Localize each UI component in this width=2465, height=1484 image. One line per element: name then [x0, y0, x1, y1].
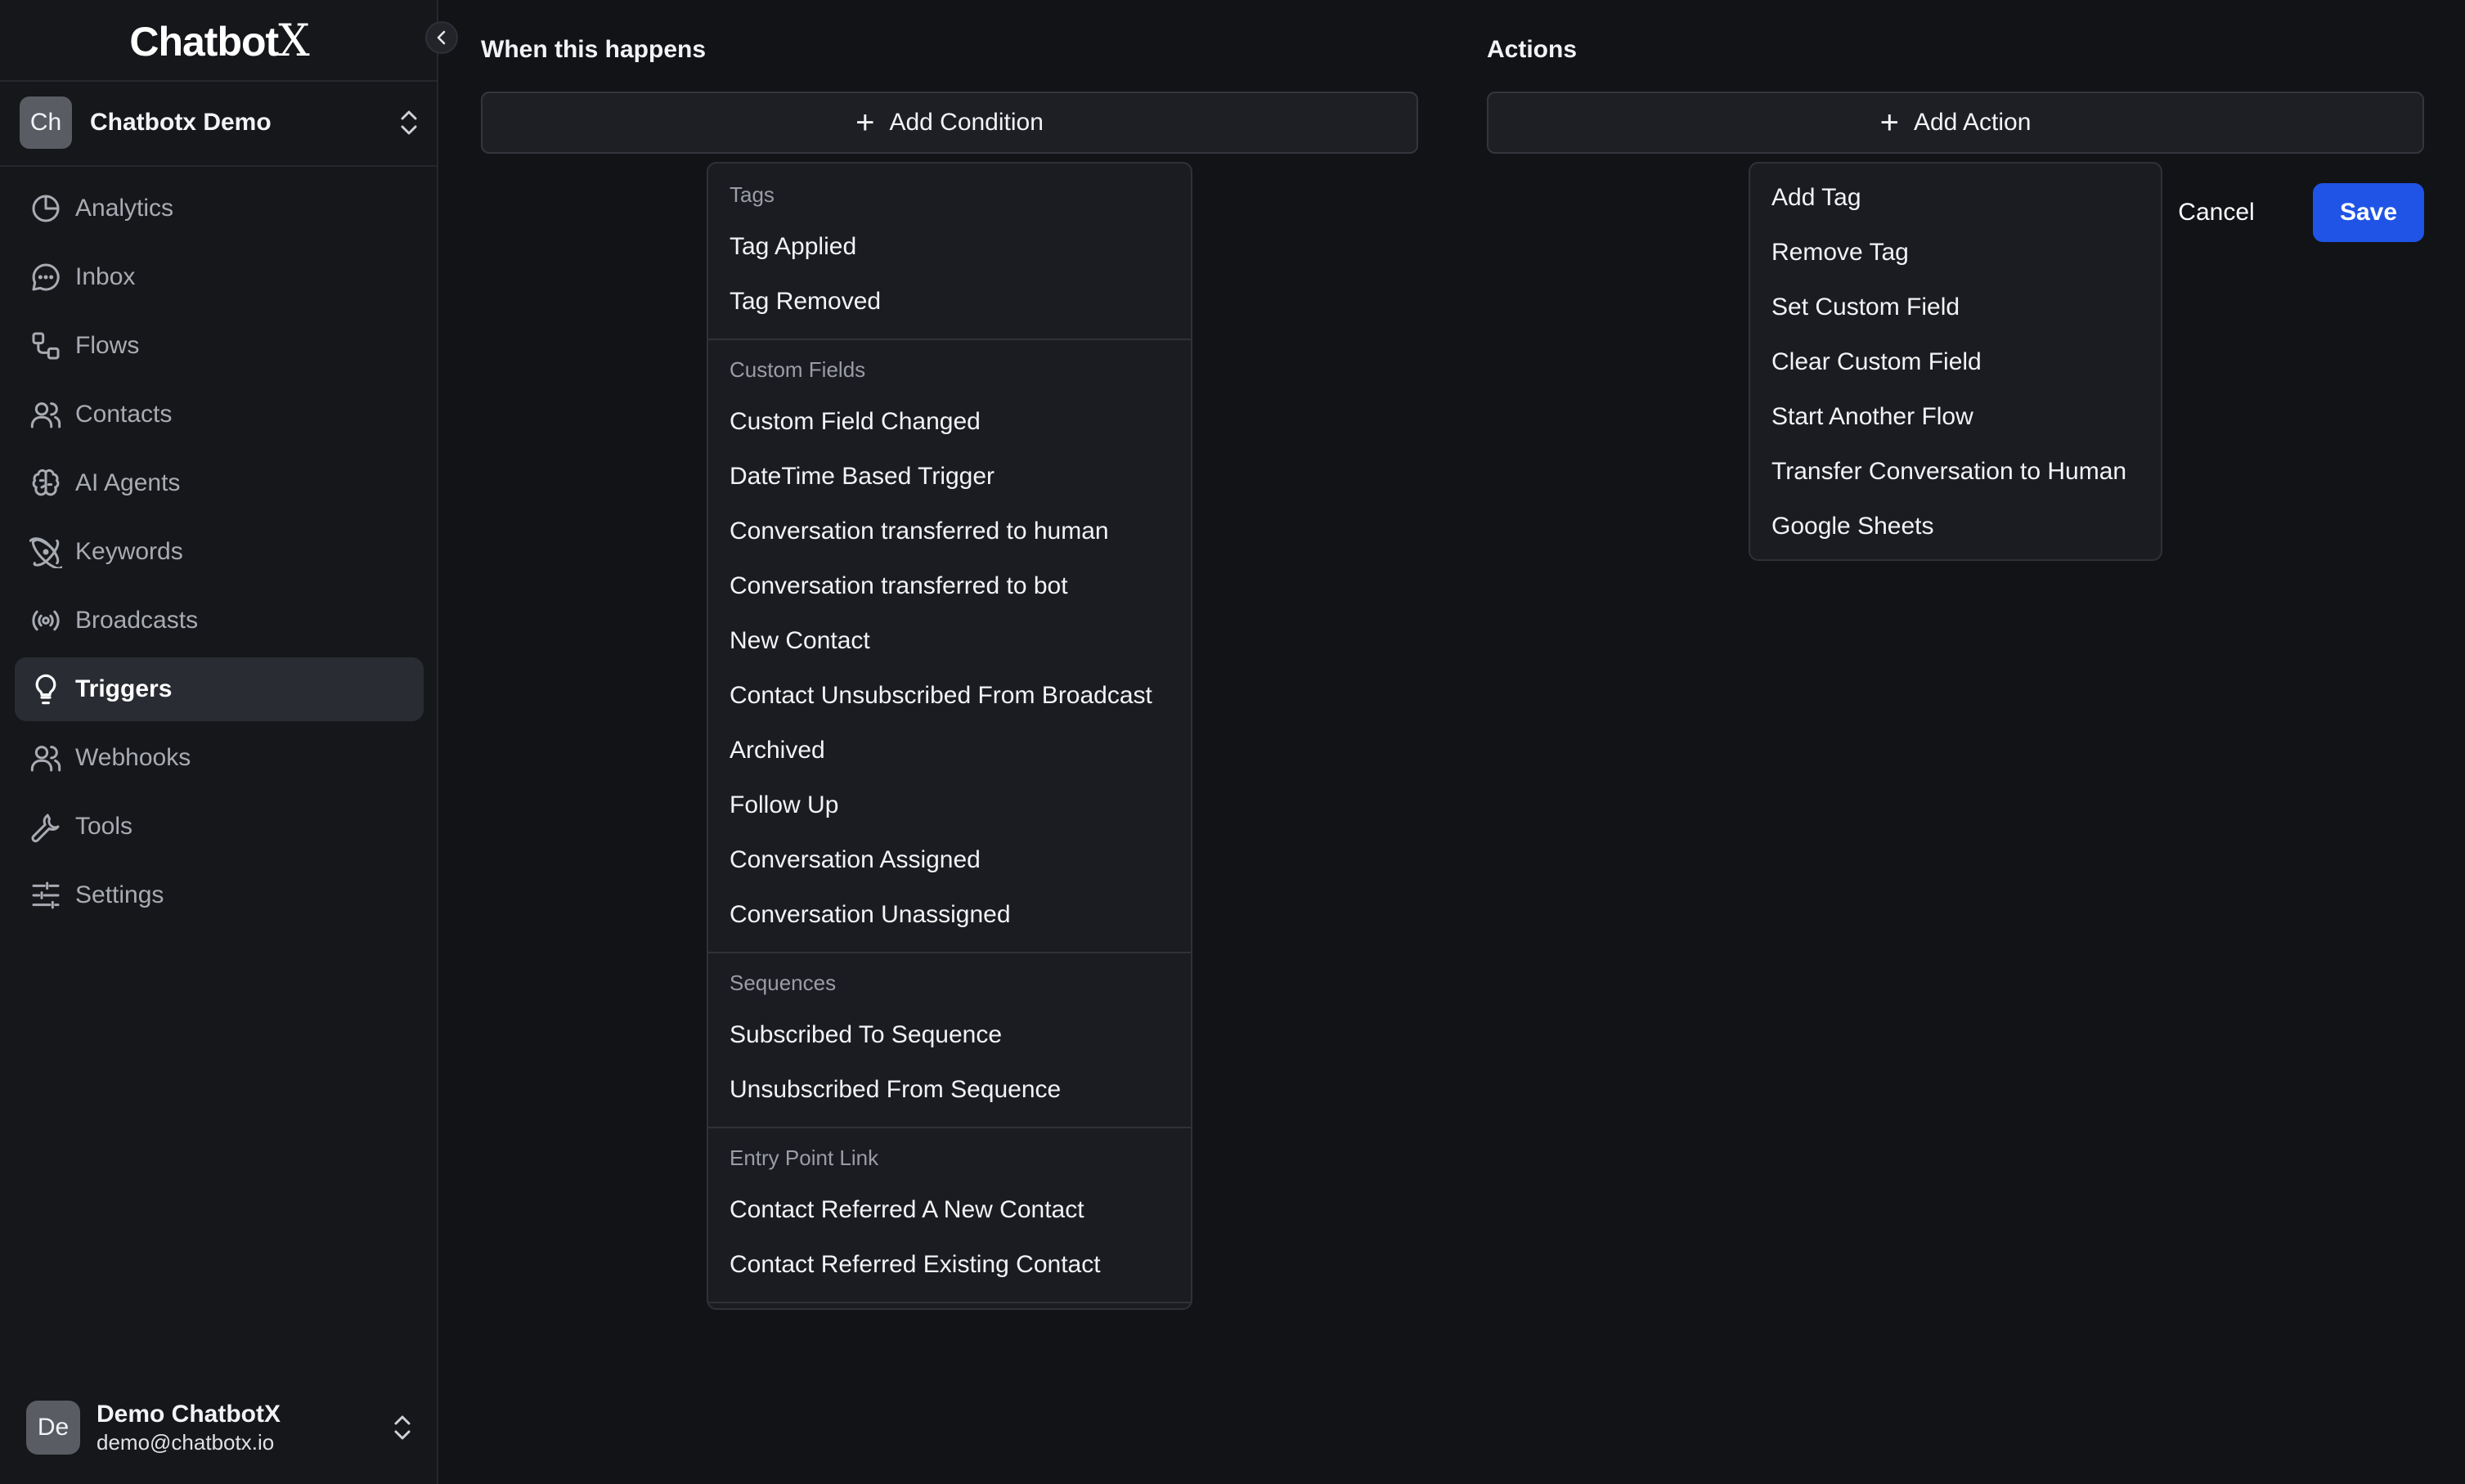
brain-icon	[28, 465, 64, 501]
sidebar-item-label: Settings	[75, 881, 164, 908]
condition-custom-field-changed[interactable]: Custom Field Changed	[708, 394, 1191, 449]
condition-conversation-assigned[interactable]: Conversation Assigned	[708, 832, 1191, 887]
sidebar-item-label: Inbox	[75, 263, 136, 290]
flow-icon	[28, 328, 64, 364]
chevron-up-down-icon	[393, 106, 425, 139]
sidebar-item-analytics[interactable]: Analytics	[15, 177, 424, 240]
sidebar-item-label: Webhooks	[75, 744, 191, 771]
group-label-entry-point-link: Entry Point Link	[730, 1146, 879, 1170]
add-condition-button[interactable]: + Add Condition	[481, 92, 1418, 154]
condition-transferred-to-bot[interactable]: Conversation transferred to bot	[708, 558, 1191, 613]
sidebar-item-settings[interactable]: Settings	[15, 863, 424, 927]
sidebar-item-tools[interactable]: Tools	[15, 795, 424, 859]
condition-unsubscribed-from-broadcast[interactable]: Contact Unsubscribed From Broadcast	[708, 668, 1191, 723]
condition-archived[interactable]: Archived	[708, 723, 1191, 778]
chevron-up-down-icon	[386, 1411, 419, 1444]
action-transfer-to-human[interactable]: Transfer Conversation to Human	[1750, 444, 2161, 499]
condition-tag-removed[interactable]: Tag Removed	[708, 274, 1191, 329]
sidebar-item-label: Keywords	[75, 538, 183, 565]
wrench-icon	[28, 809, 64, 845]
logo-text: Chatbot	[129, 19, 279, 65]
workspace-switcher[interactable]: Ch Chatbotx Demo	[20, 93, 425, 152]
action-add-tag[interactable]: Add Tag	[1750, 170, 2161, 225]
add-condition-label: Add Condition	[889, 109, 1044, 136]
conditions-title: When this happens	[481, 36, 707, 63]
sidebar-item-label: Broadcasts	[75, 607, 199, 634]
sidebar-item-label: Analytics	[75, 195, 174, 222]
sidebar-item-label: Contacts	[75, 401, 173, 428]
action-start-another-flow[interactable]: Start Another Flow	[1750, 389, 2161, 444]
condition-referred-new-contact[interactable]: Contact Referred A New Contact	[708, 1182, 1191, 1237]
group-divider	[708, 1302, 1191, 1303]
condition-follow-up[interactable]: Follow Up	[708, 778, 1191, 832]
plus-icon: +	[855, 105, 875, 141]
sliders-icon	[28, 877, 64, 913]
workspace-name: Chatbotx Demo	[90, 109, 272, 136]
pie-chart-icon	[28, 191, 64, 226]
logo: ChatbotX	[0, 11, 438, 70]
collapse-sidebar-button[interactable]	[425, 21, 458, 54]
sidebar-item-inbox[interactable]: Inbox	[15, 245, 424, 309]
sidebar-item-label: Flows	[75, 332, 140, 359]
sidebar-item-keywords[interactable]: Keywords	[15, 520, 424, 584]
group-divider	[708, 1127, 1191, 1128]
logo-mark: X	[278, 15, 309, 66]
condition-tag-applied[interactable]: Tag Applied	[708, 219, 1191, 274]
sidebar-item-triggers[interactable]: Triggers	[15, 657, 424, 721]
condition-dropdown: Tags Tag Applied Tag Removed Custom Fiel…	[707, 162, 1192, 1310]
user-avatar: De	[26, 1401, 80, 1455]
group-label-tags: Tags	[730, 182, 775, 207]
condition-unsubscribed-from-sequence[interactable]: Unsubscribed From Sequence	[708, 1062, 1191, 1117]
chat-bubble-icon	[28, 259, 64, 295]
users-icon	[28, 397, 64, 433]
action-set-custom-field[interactable]: Set Custom Field	[1750, 280, 2161, 334]
group-divider	[708, 952, 1191, 953]
action-google-sheets[interactable]: Google Sheets	[1750, 499, 2161, 554]
lightbulb-icon	[28, 671, 64, 707]
condition-referred-existing-contact[interactable]: Contact Referred Existing Contact	[708, 1237, 1191, 1292]
action-dropdown: Add Tag Remove Tag Set Custom Field Clea…	[1749, 162, 2162, 561]
actions-title: Actions	[1487, 36, 1578, 63]
sidebar-nav: Analytics Inbox Flows Contacts AI Agents…	[15, 177, 424, 932]
app-root: ChatbotX Ch Chatbotx Demo Analytics Inbo…	[0, 0, 2465, 1484]
sidebar-item-ai-agents[interactable]: AI Agents	[15, 451, 424, 515]
user-name: Demo ChatbotX	[97, 1401, 281, 1428]
save-button[interactable]: Save	[2313, 183, 2424, 242]
plus-icon: +	[1879, 105, 1899, 141]
user-menu[interactable]: De Demo ChatbotX demo@chatbotx.io	[26, 1398, 419, 1457]
sidebar-divider	[0, 165, 438, 167]
condition-subscribed-to-sequence[interactable]: Subscribed To Sequence	[708, 1007, 1191, 1062]
user-email: demo@chatbotx.io	[97, 1430, 275, 1455]
cancel-button[interactable]: Cancel	[2159, 183, 2274, 242]
sidebar-item-flows[interactable]: Flows	[15, 314, 424, 378]
group-label-sequences: Sequences	[730, 971, 837, 995]
condition-datetime-based-trigger[interactable]: DateTime Based Trigger	[708, 449, 1191, 504]
action-clear-custom-field[interactable]: Clear Custom Field	[1750, 334, 2161, 389]
broadcast-icon	[28, 603, 64, 639]
condition-conversation-unassigned[interactable]: Conversation Unassigned	[708, 887, 1191, 942]
users-icon	[28, 740, 64, 776]
action-remove-tag[interactable]: Remove Tag	[1750, 225, 2161, 280]
sidebar-item-contacts[interactable]: Contacts	[15, 383, 424, 446]
sidebar-divider	[0, 80, 438, 82]
workspace-avatar: Ch	[20, 96, 72, 149]
sidebar-item-broadcasts[interactable]: Broadcasts	[15, 589, 424, 652]
condition-transferred-to-human[interactable]: Conversation transferred to human	[708, 504, 1191, 558]
add-action-label: Add Action	[1913, 109, 2032, 136]
sidebar-item-webhooks[interactable]: Webhooks	[15, 726, 424, 790]
sidebar-item-label: Triggers	[75, 675, 173, 702]
sidebar-item-label: AI Agents	[75, 469, 181, 496]
group-label-custom-fields: Custom Fields	[730, 357, 866, 382]
atom-icon	[28, 534, 64, 570]
condition-new-contact[interactable]: New Contact	[708, 613, 1191, 668]
sidebar-item-label: Tools	[75, 813, 133, 840]
chevron-left-icon	[433, 29, 450, 46]
user-info: Demo ChatbotX demo@chatbotx.io	[97, 1400, 386, 1455]
add-action-button[interactable]: + Add Action	[1487, 92, 2424, 154]
sidebar: ChatbotX Ch Chatbotx Demo Analytics Inbo…	[0, 0, 438, 1484]
group-divider	[708, 338, 1191, 340]
